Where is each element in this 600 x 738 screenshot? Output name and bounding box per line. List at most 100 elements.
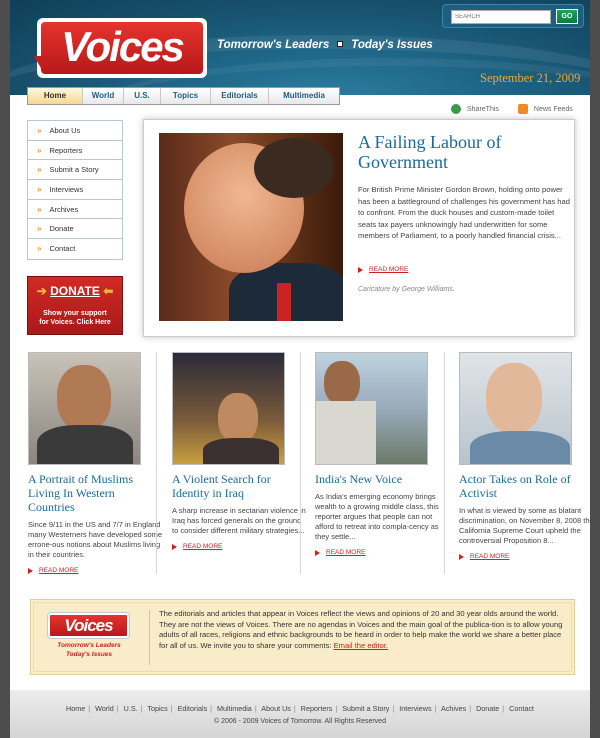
story-read-more-link[interactable]: READ MORE bbox=[28, 567, 164, 574]
footer-link-interviews[interactable]: Interviews bbox=[399, 704, 431, 713]
sidebar-item-contact[interactable]: » Contact bbox=[28, 239, 122, 259]
story-read-more-link[interactable]: READ MORE bbox=[172, 543, 308, 550]
sidebar-item-submit-story[interactable]: » Submit a Story bbox=[28, 160, 122, 181]
nav-topics[interactable]: Topics bbox=[161, 88, 211, 104]
story-read-more-link[interactable]: READ MORE bbox=[459, 553, 595, 560]
body-shape bbox=[470, 431, 570, 464]
go-button[interactable]: GO bbox=[556, 9, 578, 24]
divider bbox=[149, 610, 150, 665]
footer-link-world[interactable]: World bbox=[95, 704, 114, 713]
double-chevron-icon: » bbox=[37, 165, 42, 175]
sidebar-item-label: Contact bbox=[49, 244, 76, 254]
footer-link-archives[interactable]: Achives bbox=[441, 704, 466, 713]
arrow-right-icon bbox=[459, 553, 464, 560]
feature-story: A Failing Labour of Government For Briti… bbox=[143, 119, 575, 337]
search-input[interactable] bbox=[451, 10, 551, 24]
story-title[interactable]: A Portrait of Muslims Living In Western … bbox=[28, 472, 164, 514]
sidebar-item-label: Reporters bbox=[49, 145, 83, 155]
about-text: The editorials and articles that appear … bbox=[159, 609, 571, 651]
body-shape bbox=[203, 438, 279, 464]
story-body: Since 9/11 in the US and 7/7 in England … bbox=[28, 520, 163, 559]
nav-world[interactable]: World bbox=[83, 88, 124, 104]
separator: | bbox=[502, 704, 505, 713]
share-icon[interactable] bbox=[451, 104, 461, 114]
read-more-label: READ MORE bbox=[326, 549, 366, 556]
story-card: A Violent Search for Identity in Iraq A … bbox=[172, 352, 308, 550]
feature-title[interactable]: A Failing Labour of Government bbox=[358, 132, 568, 172]
story-photo[interactable] bbox=[172, 352, 285, 465]
story-title[interactable]: A Violent Search for Identity in Iraq bbox=[172, 472, 308, 500]
story-read-more-link[interactable]: READ MORE bbox=[315, 549, 451, 556]
sidebar-item-donate[interactable]: » Donate bbox=[28, 219, 122, 240]
nav-home[interactable]: Home bbox=[28, 88, 83, 104]
separator: | bbox=[116, 704, 119, 713]
face-shape bbox=[218, 393, 258, 443]
footer-tagline-line1: Tomorrow's Leaders bbox=[57, 642, 121, 649]
body-shape bbox=[316, 401, 376, 464]
footer-link-multimedia[interactable]: Multimedia bbox=[217, 704, 252, 713]
footer-link-donate[interactable]: Donate bbox=[476, 704, 499, 713]
footer-link-reporters[interactable]: Reporters bbox=[301, 704, 333, 713]
footer-link-editorials[interactable]: Editorials bbox=[178, 704, 208, 713]
arrow-right-icon bbox=[358, 266, 363, 273]
donate-text-line2: for Voices. Click Here bbox=[39, 319, 111, 326]
tagline-right: Today's Issues bbox=[351, 39, 433, 51]
separator: | bbox=[88, 704, 91, 713]
donate-text-line1: Show your support bbox=[43, 310, 107, 317]
rss-icon[interactable] bbox=[517, 104, 528, 114]
arrow-right-icon bbox=[315, 549, 320, 556]
arrow-right-icon bbox=[28, 567, 33, 574]
nav-us[interactable]: U.S. bbox=[124, 88, 161, 104]
feature-caption: Caricature by George Williams. bbox=[358, 286, 455, 293]
sidebar-item-about-us[interactable]: » About Us bbox=[28, 121, 122, 141]
donate-banner[interactable]: ➔ DONATE ⬅ Show your support for Voices. … bbox=[27, 276, 123, 335]
share-this-link[interactable]: ShareThis bbox=[467, 106, 499, 113]
face-shape bbox=[57, 365, 111, 431]
story-card: Actor Takes on Role of Activist In what … bbox=[459, 352, 595, 560]
separator: | bbox=[392, 704, 395, 713]
news-feeds-link[interactable]: News Feeds bbox=[534, 106, 573, 113]
story-card: India's New Voice As India's emerging ec… bbox=[315, 352, 451, 556]
logo-text: Voices bbox=[61, 23, 185, 70]
double-chevron-icon: » bbox=[37, 204, 42, 214]
separator: | bbox=[140, 704, 143, 713]
sidebar-item-label: Archives bbox=[49, 204, 79, 214]
footer-link-home[interactable]: Home bbox=[66, 704, 85, 713]
column-divider bbox=[156, 352, 157, 574]
story-body: In what is viewed by some as blatant dis… bbox=[459, 506, 594, 545]
footer-link-about-us[interactable]: About Us bbox=[261, 704, 291, 713]
double-chevron-icon: » bbox=[37, 145, 42, 155]
separator: | bbox=[210, 704, 213, 713]
story-photo[interactable] bbox=[459, 352, 572, 465]
copyright: © 2006 - 2009 Voices of Tomorrow. All Ri… bbox=[214, 718, 386, 725]
story-photo[interactable] bbox=[28, 352, 141, 465]
footer-link-submit-story[interactable]: Submit a Story bbox=[342, 704, 389, 713]
content: Home World U.S. Topics Editorials Multim… bbox=[10, 87, 594, 690]
feature-caricature-image[interactable] bbox=[159, 133, 343, 321]
footer-logo[interactable]: Voices bbox=[48, 613, 129, 638]
column-divider bbox=[444, 352, 445, 574]
donate-label: DONATE bbox=[50, 284, 100, 298]
tie-shape bbox=[277, 283, 291, 321]
footer-link-us[interactable]: U.S. bbox=[124, 704, 138, 713]
double-chevron-icon: » bbox=[37, 125, 42, 135]
read-more-label: READ MORE bbox=[470, 553, 510, 560]
sidebar-item-archives[interactable]: » Archives bbox=[28, 200, 122, 220]
sidebar-nav: » About Us » Reporters » Submit a Story » In… bbox=[27, 120, 123, 260]
logo[interactable]: Voices bbox=[37, 18, 207, 78]
email-editor-link[interactable]: Email the editor. bbox=[334, 641, 388, 650]
read-more-label: READ MORE bbox=[183, 543, 223, 550]
share-bar: ShareThis News Feeds bbox=[451, 104, 573, 114]
story-body: A sharp increase in sectarian violence i… bbox=[172, 506, 306, 535]
story-photo[interactable] bbox=[315, 352, 428, 465]
nav-multimedia[interactable]: Multimedia bbox=[269, 88, 339, 104]
feature-read-more-link[interactable]: READ MORE bbox=[358, 266, 408, 273]
sidebar-item-reporters[interactable]: » Reporters bbox=[28, 141, 122, 161]
story-title[interactable]: Actor Takes on Role of Activist bbox=[459, 472, 595, 500]
footer-link-contact[interactable]: Contact bbox=[509, 704, 534, 713]
sidebar-item-interviews[interactable]: » Interviews bbox=[28, 180, 122, 200]
separator: | bbox=[254, 704, 257, 713]
nav-editorials[interactable]: Editorials bbox=[211, 88, 269, 104]
footer-link-topics[interactable]: Topics bbox=[147, 704, 167, 713]
story-title[interactable]: India's New Voice bbox=[315, 472, 451, 486]
